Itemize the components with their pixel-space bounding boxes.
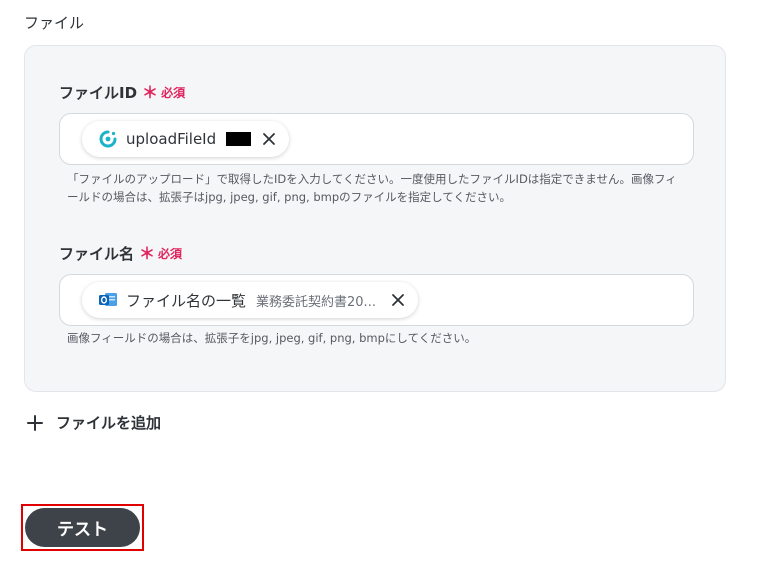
file-id-help-text: 「ファイルのアップロード」で取得したIDを入力してください。一度使用したファイル… — [67, 170, 707, 206]
yoom-app-icon — [98, 129, 118, 149]
chip-label: ファイル名の一覧 — [126, 291, 247, 310]
required-asterisk-icon: ＊ — [139, 243, 156, 263]
file-id-input[interactable]: uploadFileId — [59, 113, 694, 165]
chip-preview-value: 業務委託契約書20... — [256, 294, 376, 310]
field-label-file-id: ファイルID ＊ 必須 — [59, 82, 185, 103]
close-icon[interactable] — [390, 292, 406, 308]
section-title: ファイル — [24, 14, 85, 32]
required-badge: ＊ 必須 — [139, 245, 182, 262]
close-icon[interactable] — [261, 131, 277, 147]
help-line: 「ファイルのアップロード」で取得したIDを入力してください。一度使用したファイル… — [67, 172, 677, 186]
variable-chip-upload-file-id[interactable]: uploadFileId — [82, 121, 290, 157]
outlook-icon — [98, 291, 118, 309]
required-label: 必須 — [161, 86, 186, 100]
required-asterisk-icon: ＊ — [142, 82, 159, 102]
plus-icon — [26, 414, 44, 432]
test-button[interactable]: テスト — [25, 508, 140, 547]
file-name-input[interactable]: ファイル名の一覧 業務委託契約書20... — [59, 274, 694, 326]
field-label-text: ファイルID — [59, 84, 138, 102]
variable-chip-file-name-list[interactable]: ファイル名の一覧 業務委託契約書20... — [82, 282, 418, 318]
field-label-text: ファイル名 — [59, 245, 135, 263]
file-name-help-text: 画像フィールドの場合は、拡張子をjpg, jpeg, gif, png, bmp… — [67, 329, 707, 347]
add-file-label: ファイルを追加 — [56, 414, 162, 432]
required-label: 必須 — [158, 247, 183, 261]
redacted-value — [226, 132, 252, 146]
field-label-file-name: ファイル名 ＊ 必須 — [59, 243, 182, 264]
chip-label: uploadFileId — [126, 130, 217, 148]
required-badge: ＊ 必須 — [142, 84, 185, 101]
add-file-button[interactable]: ファイルを追加 — [26, 412, 161, 433]
help-line: 画像フィールドの場合は、拡張子をjpg, jpeg, gif, png, bmp… — [67, 331, 477, 345]
file-settings-panel: ファイルID ＊ 必須 uploadFileId 「ファイルのアップロード」で取… — [24, 45, 726, 392]
help-line: ールドの場合は、拡張子はjpg, jpeg, gif, png, bmpのファイ… — [67, 190, 511, 204]
